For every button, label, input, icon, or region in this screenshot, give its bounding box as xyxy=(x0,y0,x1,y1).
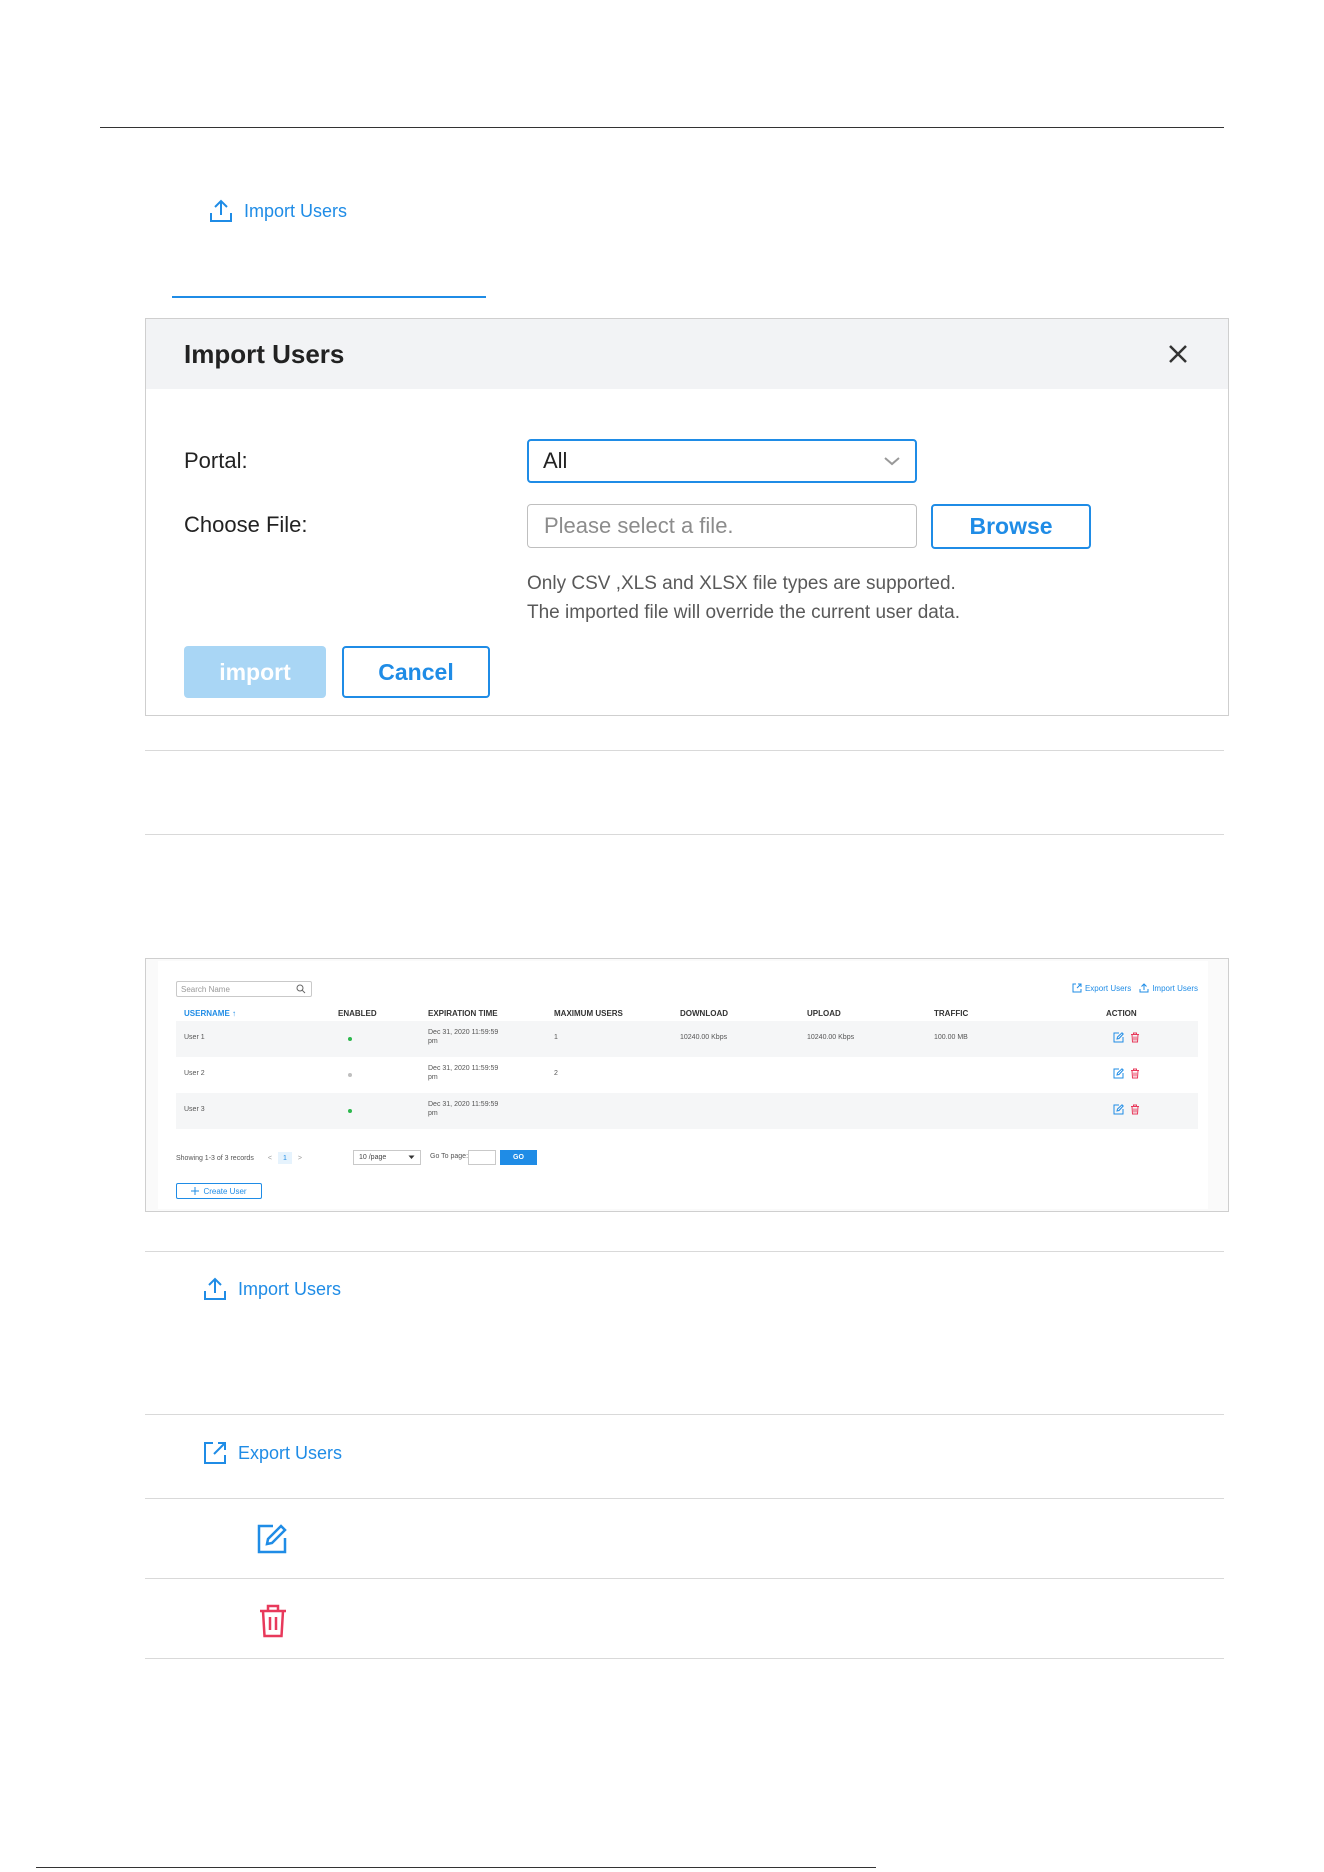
export-users-label: Export Users xyxy=(1084,983,1132,993)
cell-upload: 10240.00 Kbps xyxy=(807,1034,855,1041)
top-divider xyxy=(100,127,1224,128)
override-hint: The imported file will override the curr… xyxy=(527,602,960,623)
search-placeholder: Search Name xyxy=(181,984,230,994)
goto-page-input[interactable] xyxy=(468,1150,496,1165)
plus-icon xyxy=(191,1187,200,1195)
close-icon[interactable] xyxy=(1164,340,1192,368)
cancel-button[interactable]: Cancel xyxy=(342,646,490,698)
divider xyxy=(145,834,1224,835)
col-action: ACTION xyxy=(1106,1009,1137,1018)
cell-expiration-suffix: pm xyxy=(428,1110,438,1117)
export-icon xyxy=(1072,983,1082,993)
divider xyxy=(145,1578,1224,1579)
cell-username: User 2 xyxy=(184,1070,205,1077)
divider xyxy=(145,1658,1224,1659)
per-page-select[interactable]: 10 /page xyxy=(353,1150,421,1165)
choose-file-label: Choose File: xyxy=(184,512,308,537)
col-traffic: TRAFFIC xyxy=(934,1009,969,1018)
delete-icon xyxy=(260,1604,286,1638)
table-header: USERNAME ↑ ENABLED EXPIRATION TIME MAXIM… xyxy=(176,1005,1198,1021)
pagination: Showing 1-3 of 3 records < 1 > xyxy=(176,1152,302,1164)
file-path-input[interactable] xyxy=(527,504,917,548)
import-button[interactable]: import xyxy=(184,646,326,698)
create-user-label: Create User xyxy=(203,1186,247,1196)
legend-export-users: Export Users xyxy=(202,1440,342,1466)
table-toolbar: Export Users Import Users xyxy=(1072,983,1198,993)
search-input[interactable]: Search Name xyxy=(176,981,312,997)
enabled-status-dot xyxy=(348,1109,352,1113)
col-username[interactable]: USERNAME ↑ xyxy=(184,1009,236,1018)
cell-expiration: Dec 31, 2020 11:59:59 xyxy=(428,1065,499,1072)
users-table-area: Search Name Export Users Import Users US… xyxy=(158,961,1208,1209)
export-users-link[interactable]: Export Users xyxy=(1072,983,1131,993)
import-users-label-small: Import Users xyxy=(1152,983,1198,993)
delete-icon[interactable] xyxy=(1130,1032,1140,1043)
portal-label: Portal: xyxy=(184,448,248,473)
col-max-users: MAXIMUM USERS xyxy=(554,1009,623,1018)
users-table-panel: Search Name Export Users Import Users US… xyxy=(145,958,1229,1212)
chevron-down-icon xyxy=(884,457,900,466)
upload-icon xyxy=(204,1277,226,1300)
divider xyxy=(145,1414,1224,1415)
records-count: Showing 1-3 of 3 records xyxy=(176,1154,254,1162)
import-users-label: Import Users xyxy=(244,200,348,221)
table-row: User 1 Dec 31, 2020 11:59:59 pm 1 10240.… xyxy=(176,1021,1198,1057)
col-download: DOWNLOAD xyxy=(680,1009,728,1018)
table-row: User 3 Dec 31, 2020 11:59:59 pm xyxy=(176,1093,1198,1129)
per-page-value: 10 /page xyxy=(359,1154,387,1161)
portal-select[interactable]: All xyxy=(527,439,917,483)
import-users-dialog: Import Users Portal: All Choose File: Br… xyxy=(145,318,1229,716)
edit-icon[interactable] xyxy=(1113,1032,1124,1043)
cell-max-users: 2 xyxy=(554,1070,558,1077)
col-expiration: EXPIRATION TIME xyxy=(428,1009,498,1018)
upload-icon xyxy=(210,199,232,222)
dialog-header: Import Users xyxy=(146,319,1228,389)
import-users-link[interactable]: Import Users xyxy=(208,198,347,224)
col-enabled: ENABLED xyxy=(338,1009,377,1018)
enabled-status-dot xyxy=(348,1037,352,1041)
divider xyxy=(145,1498,1224,1499)
divider xyxy=(145,1251,1224,1252)
table-row: User 2 Dec 31, 2020 11:59:59 pm 2 xyxy=(176,1057,1198,1093)
delete-icon[interactable] xyxy=(1130,1104,1140,1115)
upload-icon xyxy=(1139,983,1149,993)
legend-import-label: Import Users xyxy=(238,1278,342,1299)
page-number-button[interactable]: 1 xyxy=(277,1152,292,1164)
create-user-button[interactable]: Create User xyxy=(176,1183,262,1199)
cell-expiration: Dec 31, 2020 11:59:59 xyxy=(428,1101,499,1108)
col-upload: UPLOAD xyxy=(807,1009,841,1018)
search-icon xyxy=(296,984,306,994)
goto-page-label: Go To page: xyxy=(430,1153,469,1160)
cell-traffic: 100.00 MB xyxy=(934,1034,968,1041)
cell-max-users: 1 xyxy=(554,1034,558,1041)
edit-icon xyxy=(257,1524,287,1554)
export-icon xyxy=(204,1442,226,1464)
cell-username: User 1 xyxy=(184,1034,205,1041)
import-users-link-small[interactable]: Import Users xyxy=(1139,983,1198,993)
next-page-button[interactable]: > xyxy=(298,1155,302,1162)
tab-underline xyxy=(172,296,486,298)
legend-export-label: Export Users xyxy=(238,1442,343,1463)
bottom-divider xyxy=(36,1867,876,1868)
dialog-title: Import Users xyxy=(184,338,345,369)
cell-expiration-suffix: pm xyxy=(428,1038,438,1045)
cell-username: User 3 xyxy=(184,1106,205,1113)
legend-import-users: Import Users xyxy=(202,1276,341,1302)
browse-button[interactable]: Browse xyxy=(931,504,1091,549)
disabled-status-dot xyxy=(348,1073,352,1077)
divider xyxy=(145,750,1224,751)
cell-expiration-suffix: pm xyxy=(428,1074,438,1081)
edit-icon[interactable] xyxy=(1113,1068,1124,1079)
cell-download: 10240.00 Kbps xyxy=(680,1034,728,1041)
prev-page-button[interactable]: < xyxy=(268,1155,272,1162)
edit-icon[interactable] xyxy=(1113,1104,1124,1115)
portal-select-value: All xyxy=(543,448,568,473)
delete-icon[interactable] xyxy=(1130,1068,1140,1079)
go-button[interactable]: GO xyxy=(500,1150,537,1165)
cell-expiration: Dec 31, 2020 11:59:59 xyxy=(428,1029,499,1036)
file-type-hint: Only CSV ,XLS and XLSX file types are su… xyxy=(527,573,956,594)
chevron-down-icon xyxy=(408,1155,415,1159)
